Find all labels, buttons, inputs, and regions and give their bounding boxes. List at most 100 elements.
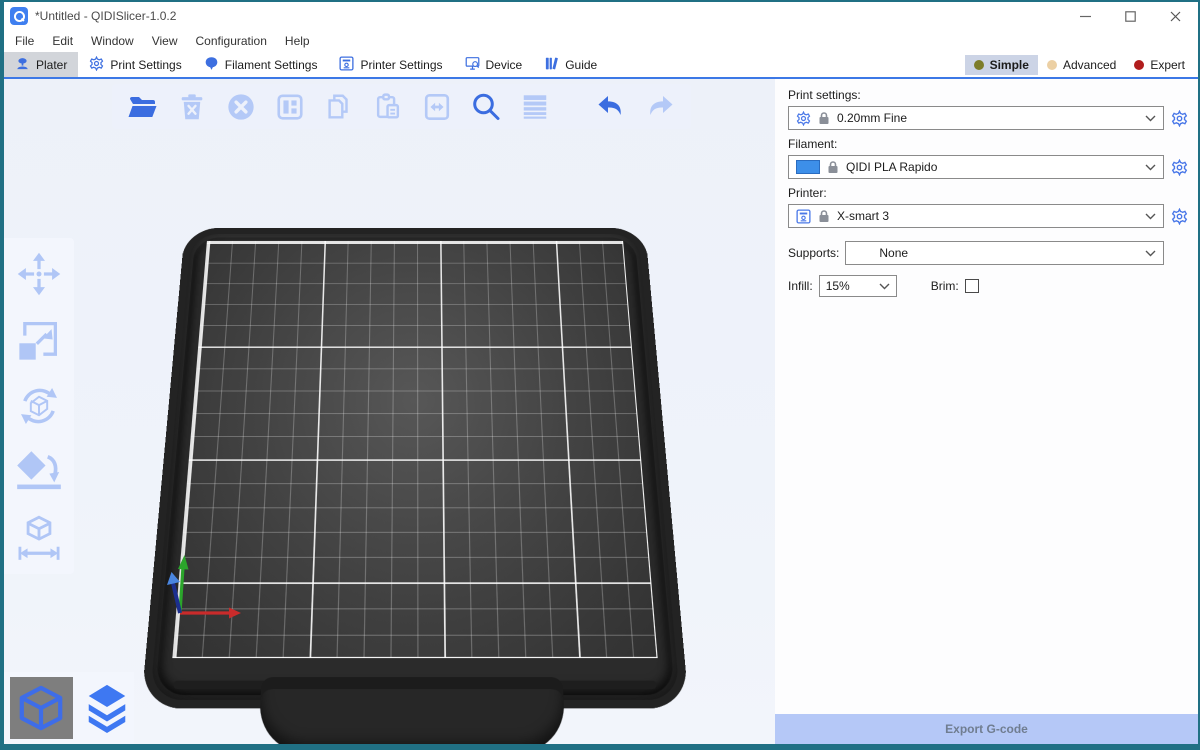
print-bed <box>185 228 645 698</box>
undo-button[interactable] <box>594 90 628 124</box>
gear-icon <box>796 111 811 126</box>
tab-print-settings[interactable]: Print Settings <box>78 52 192 77</box>
filament-combo[interactable]: QIDI PLA Rapido <box>788 155 1164 179</box>
printer-label: Printer: <box>788 186 1188 200</box>
filament-gear-button[interactable] <box>1171 159 1188 176</box>
brim-checkbox[interactable] <box>965 279 979 293</box>
printer-icon <box>796 209 811 224</box>
close-button[interactable] <box>1153 2 1198 30</box>
device-icon <box>465 56 480 74</box>
scale-tool-button[interactable] <box>13 314 65 366</box>
mode-label: Advanced <box>1063 58 1116 72</box>
mode-advanced[interactable]: Advanced <box>1038 55 1125 75</box>
tab-bar: Plater Print Settings Filament Settings … <box>4 52 1198 79</box>
app-window: *Untitled - QIDISlicer-1.0.2 File Edit W… <box>0 0 1200 750</box>
place-on-face-tool-button[interactable] <box>13 446 65 498</box>
move-tool-button[interactable] <box>13 248 65 300</box>
variable-layer-height-button[interactable] <box>518 90 552 124</box>
measure-tool-button[interactable] <box>13 512 65 564</box>
arrange-button[interactable] <box>273 90 307 124</box>
filament-color-swatch <box>796 160 820 174</box>
tab-device[interactable]: Device <box>454 52 534 77</box>
menu-help[interactable]: Help <box>276 32 319 50</box>
mode-switcher: Simple Advanced Expert <box>965 52 1198 77</box>
supports-label: Supports: <box>788 246 839 260</box>
3d-editor-view-button[interactable] <box>10 677 73 739</box>
rotate-tool-button[interactable] <box>13 380 65 432</box>
tab-printer-settings[interactable]: Printer Settings <box>328 52 453 77</box>
gizmo-toolbar <box>4 238 74 574</box>
redo-button[interactable] <box>643 90 677 124</box>
infill-value: 15% <box>826 279 879 293</box>
lock-icon <box>827 160 839 174</box>
print-settings-combo[interactable]: 0.20mm Fine <box>788 106 1164 130</box>
supports-combo[interactable]: None <box>845 241 1164 265</box>
mode-label: Expert <box>1150 58 1185 72</box>
menu-bar: File Edit Window View Configuration Help <box>4 30 1198 52</box>
export-gcode-button[interactable]: Export G-code <box>775 714 1198 744</box>
infill-label: Infill: <box>788 279 813 293</box>
menu-window[interactable]: Window <box>82 32 143 50</box>
plater-toolbar <box>112 84 691 129</box>
lock-icon <box>818 209 830 223</box>
supports-value: None <box>853 246 1145 260</box>
minimize-button[interactable] <box>1063 2 1108 30</box>
printer-combo[interactable]: X-smart 3 <box>788 204 1164 228</box>
print-settings-label: Print settings: <box>788 88 1188 102</box>
settings-panel: Print settings: 0.20mm Fine Filament: QI… <box>775 79 1198 744</box>
app-logo-icon <box>10 7 28 25</box>
filament-label: Filament: <box>788 137 1188 151</box>
simple-dot-icon <box>974 60 984 70</box>
printer-value: X-smart 3 <box>837 209 1138 223</box>
menu-file[interactable]: File <box>6 32 43 50</box>
paste-button[interactable] <box>371 90 405 124</box>
3d-viewport[interactable] <box>4 79 775 744</box>
print-settings-value: 0.20mm Fine <box>837 111 1138 125</box>
split-objects-button[interactable] <box>420 90 454 124</box>
title-bar: *Untitled - QIDISlicer-1.0.2 <box>4 2 1198 30</box>
tab-label: Printer Settings <box>360 58 442 72</box>
tab-label: Plater <box>36 58 67 72</box>
lock-icon <box>818 111 830 125</box>
preview-view-button[interactable] <box>81 680 134 736</box>
origin-axes-indicator <box>156 545 252 634</box>
tab-guide[interactable]: Guide <box>533 52 608 77</box>
maximize-button[interactable] <box>1108 2 1153 30</box>
plater-icon <box>15 56 30 74</box>
mode-expert[interactable]: Expert <box>1125 55 1194 75</box>
print-settings-gear-button[interactable] <box>1171 110 1188 127</box>
print-bed-body <box>141 228 690 708</box>
printer-icon <box>339 56 354 74</box>
menu-view[interactable]: View <box>143 32 187 50</box>
chevron-down-icon <box>1145 213 1156 220</box>
tab-filament-settings[interactable]: Filament Settings <box>193 52 329 77</box>
view-toggle-panel <box>4 672 134 744</box>
delete-all-button[interactable] <box>224 90 258 124</box>
delete-button[interactable] <box>175 90 209 124</box>
filament-icon <box>204 56 219 74</box>
copy-button[interactable] <box>322 90 356 124</box>
print-bed-handle <box>258 677 567 744</box>
expert-dot-icon <box>1134 60 1144 70</box>
menu-edit[interactable]: Edit <box>43 32 82 50</box>
filament-value: QIDI PLA Rapido <box>846 160 1138 174</box>
brim-label: Brim: <box>931 279 959 293</box>
open-file-button[interactable] <box>126 90 160 124</box>
search-button[interactable] <box>469 90 503 124</box>
gear-icon <box>89 56 104 74</box>
advanced-dot-icon <box>1047 60 1057 70</box>
chevron-down-icon <box>1145 250 1156 257</box>
window-title: *Untitled - QIDISlicer-1.0.2 <box>35 9 176 23</box>
tab-label: Filament Settings <box>225 58 318 72</box>
printer-gear-button[interactable] <box>1171 208 1188 225</box>
infill-combo[interactable]: 15% <box>819 275 897 297</box>
menu-configuration[interactable]: Configuration <box>187 32 276 50</box>
tab-label: Device <box>486 58 523 72</box>
chevron-down-icon <box>879 283 890 290</box>
mode-label: Simple <box>990 58 1029 72</box>
tab-label: Print Settings <box>110 58 181 72</box>
print-bed-groove <box>173 681 656 689</box>
tab-plater[interactable]: Plater <box>4 52 78 77</box>
tab-label: Guide <box>565 58 597 72</box>
mode-simple[interactable]: Simple <box>965 55 1038 75</box>
